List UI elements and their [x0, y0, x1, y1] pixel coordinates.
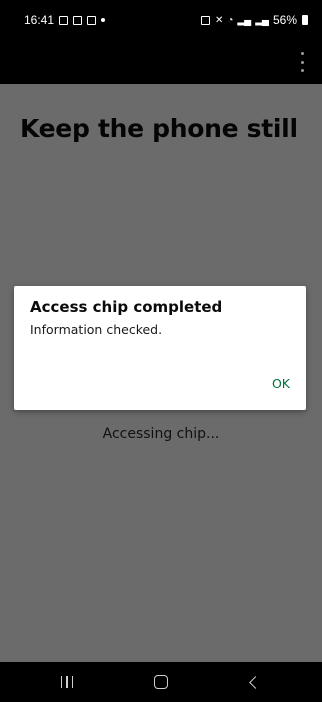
message-icon: [73, 15, 83, 25]
ok-button[interactable]: OK: [272, 376, 290, 391]
signal-icon: ▂▄: [255, 14, 269, 26]
recents-icon: [60, 676, 74, 688]
mute-icon: ✕: [214, 14, 223, 26]
page-title: Keep the phone still: [20, 114, 298, 143]
progress-status-text: Accessing chip...: [102, 426, 220, 442]
recents-button[interactable]: [47, 667, 87, 697]
home-button[interactable]: [141, 667, 181, 697]
status-time: 16:41: [24, 13, 55, 27]
alert-dialog: Access chip completed Information checke…: [14, 286, 306, 410]
home-icon: [154, 675, 168, 689]
dialog-title: Access chip completed: [30, 298, 223, 316]
signal-icon: ▂▄: [237, 14, 251, 26]
more-vertical-icon[interactable]: [296, 52, 308, 72]
dialog-message: Information checked.: [30, 322, 163, 337]
dot-icon: [101, 18, 106, 22]
wifi-icon: ◔: [227, 14, 233, 26]
back-button[interactable]: [235, 667, 275, 697]
app-bar: [0, 40, 322, 84]
mail-icon: [87, 15, 97, 25]
phone-screen: 16:41 ✕ ◔ ▂▄ ▂▄ 56% Keep the phone still…: [0, 0, 322, 702]
alarm-icon: [200, 15, 210, 25]
back-icon: [248, 675, 262, 689]
battery-percent: 56%: [272, 13, 297, 27]
battery-icon: [302, 15, 308, 25]
status-bar-left: 16:41: [24, 13, 106, 27]
status-bar-right: ✕ ◔ ▂▄ ▂▄ 56%: [200, 13, 308, 27]
navigation-bar: [0, 662, 322, 702]
gallery-icon: [59, 15, 69, 25]
status-bar: 16:41 ✕ ◔ ▂▄ ▂▄ 56%: [0, 0, 322, 40]
